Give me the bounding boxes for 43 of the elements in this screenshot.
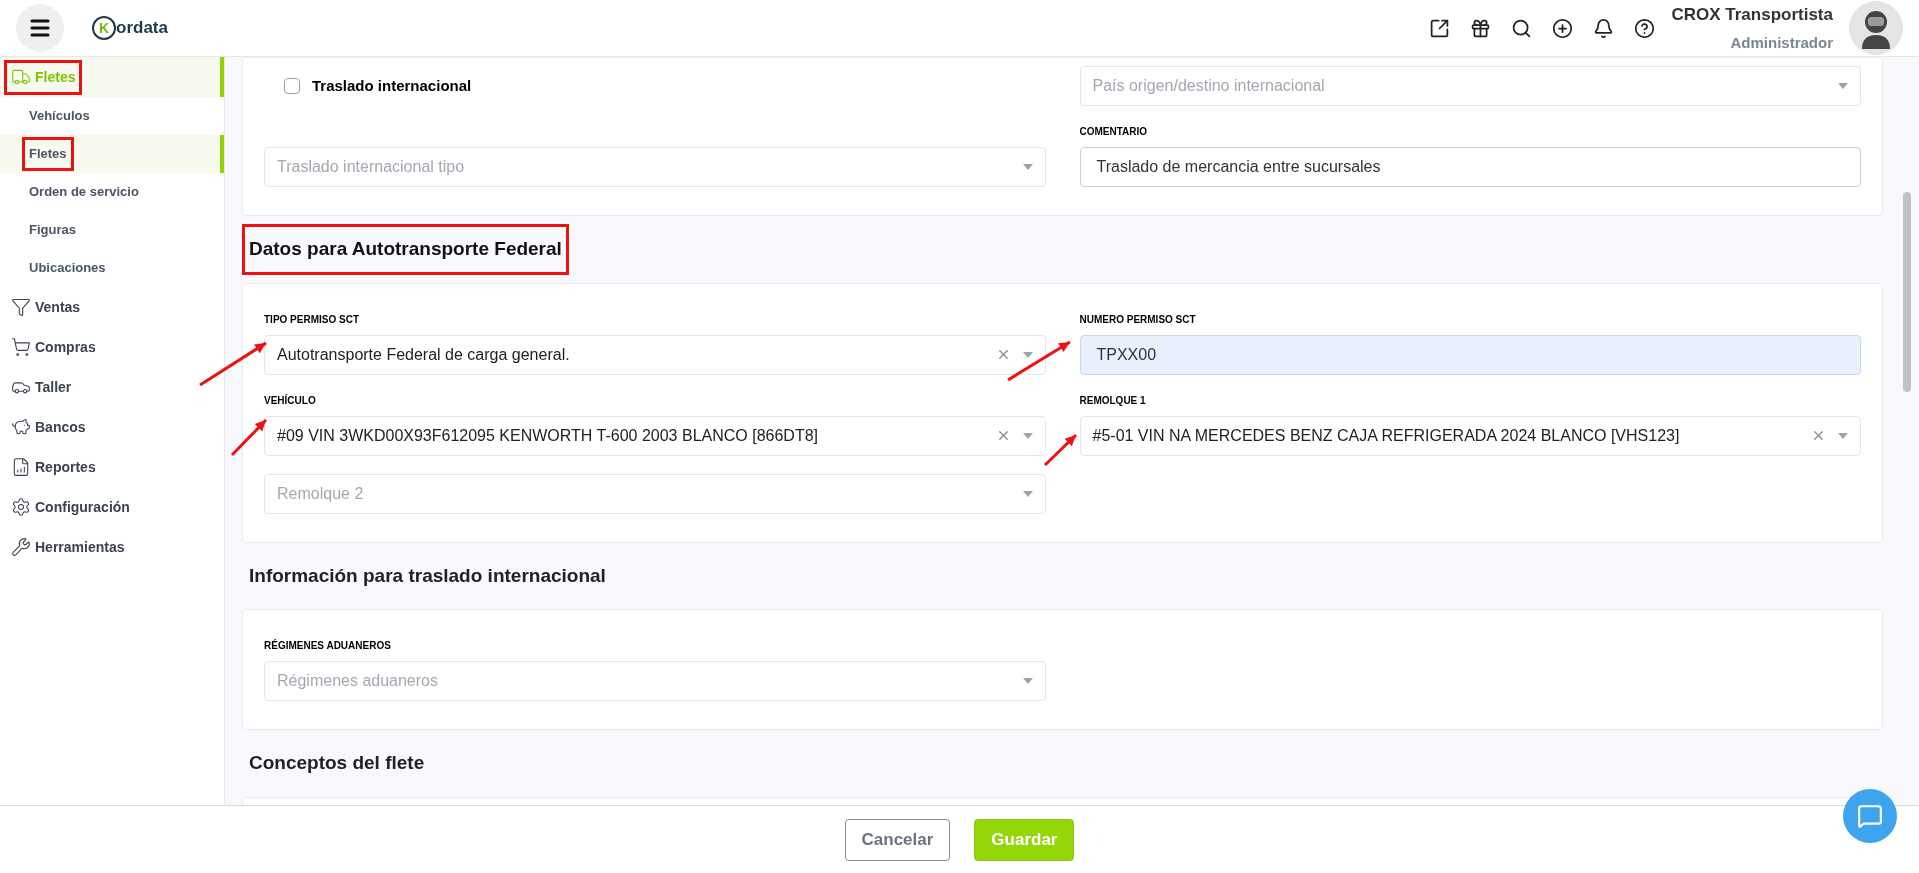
- select-field[interactable]: #5-01 VIN NA MERCEDES BENZ CAJA REFRIGERADA 2024 BLANCO [VHS123]: [1079, 415, 1861, 456]
- submenu-item[interactable]: Orden de servicio: [0, 173, 224, 211]
- checkbox-label: Traslado internacional: [312, 75, 472, 96]
- field-label: RÉGIMENES ADUANEROS: [264, 638, 392, 653]
- sidebar-item[interactable]: Taller: [0, 367, 224, 407]
- nav-link[interactable]: Fletes: [22, 137, 74, 171]
- field-label: COMENTARIO: [1079, 125, 1149, 139]
- nav-link[interactable]: Ubicaciones: [22, 251, 113, 285]
- text-field[interactable]: Traslado de mercancia entre sucursales: [1079, 147, 1861, 187]
- field-label: NUMERO PERMISO SCT: [1079, 312, 1197, 327]
- sidebar-item[interactable]: Herramientas: [0, 527, 224, 567]
- submenu-item[interactable]: Fletes: [0, 135, 224, 173]
- sidebar-item[interactable]: Reportes: [0, 447, 224, 487]
- nav-link[interactable]: Herramientas: [4, 529, 132, 565]
- nav-link[interactable]: Bancos: [4, 409, 93, 445]
- cancel-button[interactable]: Cancelar: [844, 818, 951, 861]
- user-name: CROX Transportista: [1671, 4, 1833, 26]
- nav-link[interactable]: Vehículos: [22, 99, 97, 133]
- sidebar-item[interactable]: Configuración: [0, 487, 224, 527]
- field-label: REMOLQUE 1: [1079, 393, 1147, 408]
- select-field[interactable]: Autotransporte Federal de carga general.: [264, 334, 1046, 375]
- logo: K ordata: [92, 15, 168, 41]
- nav-link[interactable]: Taller: [4, 369, 79, 405]
- nav-link[interactable]: Compras: [4, 329, 103, 365]
- nav-link[interactable]: Reportes: [4, 449, 103, 485]
- sidebar-item[interactable]: Compras: [0, 327, 224, 367]
- section-title: Conceptos del flete: [248, 751, 426, 775]
- sidebar-item[interactable]: Ventas: [0, 287, 224, 327]
- field-label: TIPO PERMISO SCT: [264, 312, 360, 327]
- section-title: Datos para Autotransporte Federal: [242, 224, 569, 275]
- field-label: VEHÍCULO: [264, 393, 317, 408]
- select-field[interactable]: #09 VIN 3WKD00X93F612095 KENWORTH T-600 2003 BLANCO [866DT8]: [264, 415, 1046, 456]
- submenu-item[interactable]: Ubicaciones: [0, 249, 224, 287]
- sidebar-item[interactable]: Bancos: [0, 407, 224, 447]
- nav-link[interactable]: Configuración: [4, 489, 137, 525]
- user-role: Administrador: [1730, 32, 1833, 53]
- nav-link[interactable]: Orden de servicio: [22, 175, 146, 209]
- nav-link[interactable]: Ventas: [4, 289, 88, 325]
- section-title: Información para traslado internacional: [248, 563, 607, 588]
- text-field[interactable]: TPXX00: [1079, 334, 1861, 375]
- submenu-item[interactable]: Vehículos: [0, 97, 224, 135]
- nav-link[interactable]: Figuras: [22, 213, 83, 247]
- submenu-item[interactable]: Figuras: [0, 211, 224, 249]
